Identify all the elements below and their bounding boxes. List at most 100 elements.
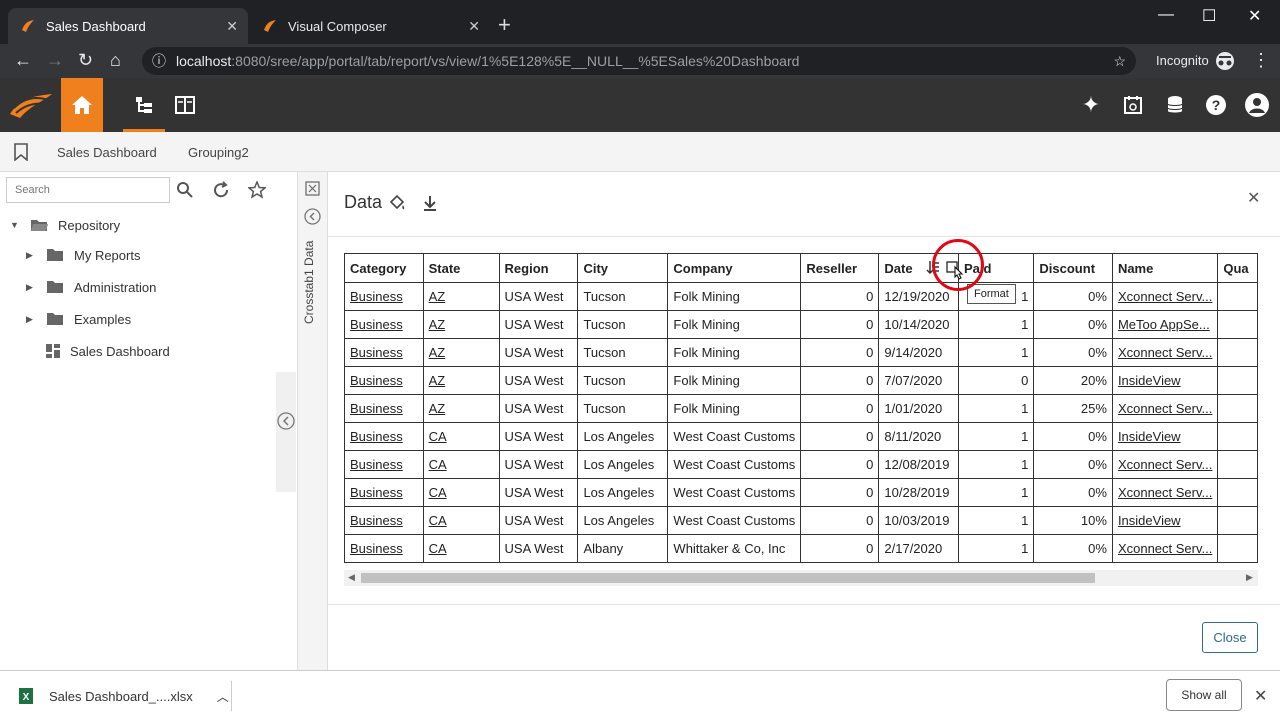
bookmark-icon[interactable] bbox=[13, 143, 29, 161]
home-icon[interactable]: ⌂ bbox=[110, 50, 121, 71]
download-item[interactable]: X Sales Dashboard_....xlsx ︿ bbox=[18, 687, 229, 705]
table-cell[interactable]: CA bbox=[422, 506, 500, 535]
table-cell[interactable]: Xconnect Serv... bbox=[1111, 534, 1219, 563]
download-icon[interactable] bbox=[422, 194, 438, 212]
sidebar-resize-strip[interactable] bbox=[276, 372, 296, 492]
column-header-category[interactable]: Category bbox=[344, 253, 424, 283]
table-cell: USA West bbox=[498, 506, 579, 535]
user-avatar-icon[interactable] bbox=[1244, 92, 1270, 118]
column-header-discount[interactable]: Discount bbox=[1033, 253, 1113, 283]
table-cell[interactable]: AZ bbox=[422, 310, 500, 339]
table-cell[interactable]: Xconnect Serv... bbox=[1111, 450, 1219, 479]
incognito-icon[interactable] bbox=[1214, 51, 1236, 71]
close-box-icon[interactable] bbox=[305, 181, 320, 196]
browser-tab-sales-dashboard[interactable]: Sales Dashboard ✕ bbox=[8, 8, 248, 44]
search-input[interactable] bbox=[6, 177, 170, 203]
scroll-left-icon[interactable]: ◀ bbox=[348, 572, 355, 583]
table-cell[interactable]: Xconnect Serv... bbox=[1111, 338, 1219, 367]
paint-bucket-icon[interactable] bbox=[388, 194, 406, 212]
table-cell: 2/17/2020 bbox=[878, 534, 959, 563]
table-cell[interactable]: CA bbox=[422, 534, 500, 563]
column-header-city[interactable]: City bbox=[577, 253, 669, 283]
column-header-region[interactable]: Region bbox=[498, 253, 579, 283]
table-cell[interactable]: CA bbox=[422, 478, 500, 507]
table-cell[interactable]: Business bbox=[344, 478, 424, 507]
sparkle-icon[interactable]: ✦ bbox=[1078, 92, 1104, 118]
tree-item-repository[interactable]: ▼ Repository bbox=[10, 215, 120, 235]
table-cell: West Coast Customs bbox=[667, 422, 802, 451]
chevron-down-icon[interactable]: ▼ bbox=[10, 220, 22, 230]
favorite-star-icon[interactable] bbox=[248, 181, 266, 199]
scroll-right-icon[interactable]: ▶ bbox=[1246, 572, 1253, 583]
tree-item-administration[interactable]: ▶ Administration bbox=[26, 277, 156, 297]
table-cell[interactable]: Business bbox=[344, 282, 424, 311]
table-cell[interactable]: Xconnect Serv... bbox=[1111, 394, 1219, 423]
table-cell[interactable]: Xconnect Serv... bbox=[1111, 478, 1219, 507]
close-button[interactable]: Close bbox=[1202, 622, 1258, 653]
help-icon[interactable]: ? bbox=[1203, 92, 1229, 118]
close-tab-icon[interactable]: ✕ bbox=[226, 18, 238, 35]
table-cell[interactable]: MeToo AppSe... bbox=[1111, 310, 1219, 339]
book-icon[interactable] bbox=[172, 92, 198, 118]
column-header-reseller[interactable]: Reseller bbox=[800, 253, 880, 283]
maximize-button[interactable]: ☐ bbox=[1202, 6, 1216, 26]
table-cell[interactable]: Business bbox=[344, 450, 424, 479]
chrome-menu-icon[interactable]: ⋮ bbox=[1252, 50, 1270, 71]
table-cell[interactable]: CA bbox=[422, 450, 500, 479]
scrollbar-thumb[interactable] bbox=[361, 573, 1095, 583]
collapse-sidebar-icon[interactable] bbox=[277, 412, 295, 430]
breadcrumb-sales-dashboard[interactable]: Sales Dashboard bbox=[57, 145, 157, 160]
table-cell[interactable]: Business bbox=[344, 394, 424, 423]
table-cell[interactable]: Business bbox=[344, 310, 424, 339]
tree-item-my-reports[interactable]: ▶ My Reports bbox=[26, 245, 140, 265]
reload-icon[interactable]: ↻ bbox=[78, 50, 93, 71]
table-cell[interactable]: AZ bbox=[422, 366, 500, 395]
table-cell[interactable]: AZ bbox=[422, 394, 500, 423]
new-tab-button[interactable]: + bbox=[498, 14, 511, 36]
table-cell[interactable]: Business bbox=[344, 366, 424, 395]
collapse-panel-icon[interactable] bbox=[304, 208, 321, 225]
table-cell[interactable]: Business bbox=[344, 422, 424, 451]
chevron-up-icon[interactable]: ︿ bbox=[217, 688, 229, 705]
search-icon[interactable] bbox=[176, 181, 194, 199]
column-header-company[interactable]: Company bbox=[667, 253, 802, 283]
table-cell[interactable]: Business bbox=[344, 506, 424, 535]
column-header-state[interactable]: State bbox=[422, 253, 500, 283]
table-cell[interactable]: InsideView bbox=[1111, 366, 1219, 395]
tree-item-sales-dashboard[interactable]: Sales Dashboard bbox=[46, 341, 170, 361]
column-header-quantity[interactable]: Qua bbox=[1217, 253, 1258, 283]
database-icon[interactable] bbox=[1162, 92, 1188, 118]
table-cell[interactable]: Xconnect Serv... bbox=[1111, 282, 1219, 311]
close-tab-icon[interactable]: ✕ bbox=[468, 18, 480, 35]
table-cell[interactable]: AZ bbox=[422, 282, 500, 311]
repository-tree-icon[interactable] bbox=[131, 92, 157, 118]
column-header-name[interactable]: Name bbox=[1111, 253, 1219, 283]
chevron-right-icon[interactable]: ▶ bbox=[26, 282, 38, 293]
home-button[interactable] bbox=[61, 78, 103, 132]
close-icon[interactable]: ✕ bbox=[1247, 188, 1260, 208]
forward-arrow-icon[interactable]: → bbox=[46, 50, 64, 71]
bookmark-star-icon[interactable]: ☆ bbox=[1113, 53, 1126, 70]
table-cell: 0 bbox=[800, 478, 880, 507]
table-cell[interactable]: Business bbox=[344, 534, 424, 563]
url-field[interactable]: ⓘ localhost:8080/sree/app/portal/tab/rep… bbox=[142, 47, 1136, 75]
table-cell[interactable]: InsideView bbox=[1111, 422, 1219, 451]
schedule-icon[interactable] bbox=[1120, 92, 1146, 118]
chevron-right-icon[interactable]: ▶ bbox=[26, 250, 38, 261]
back-arrow-icon[interactable]: ← bbox=[14, 50, 32, 71]
table-cell[interactable]: Business bbox=[344, 338, 424, 367]
table-cell[interactable]: AZ bbox=[422, 338, 500, 367]
refresh-icon[interactable] bbox=[212, 181, 230, 199]
show-all-button[interactable]: Show all bbox=[1166, 679, 1242, 711]
close-download-bar-icon[interactable]: ✕ bbox=[1254, 686, 1267, 706]
window-close-button[interactable]: ✕ bbox=[1248, 6, 1261, 26]
tree-item-examples[interactable]: ▶ Examples bbox=[26, 309, 131, 329]
browser-tab-visual-composer[interactable]: Visual Composer ✕ bbox=[250, 8, 490, 44]
chevron-right-icon[interactable]: ▶ bbox=[26, 314, 38, 325]
minimize-button[interactable]: — bbox=[1158, 6, 1174, 24]
breadcrumb-grouping2[interactable]: Grouping2 bbox=[188, 145, 249, 160]
horizontal-scrollbar[interactable]: ◀ ▶ bbox=[344, 570, 1258, 586]
table-cell: 9/14/2020 bbox=[878, 338, 959, 367]
table-cell[interactable]: CA bbox=[422, 422, 500, 451]
table-cell[interactable]: InsideView bbox=[1111, 506, 1219, 535]
